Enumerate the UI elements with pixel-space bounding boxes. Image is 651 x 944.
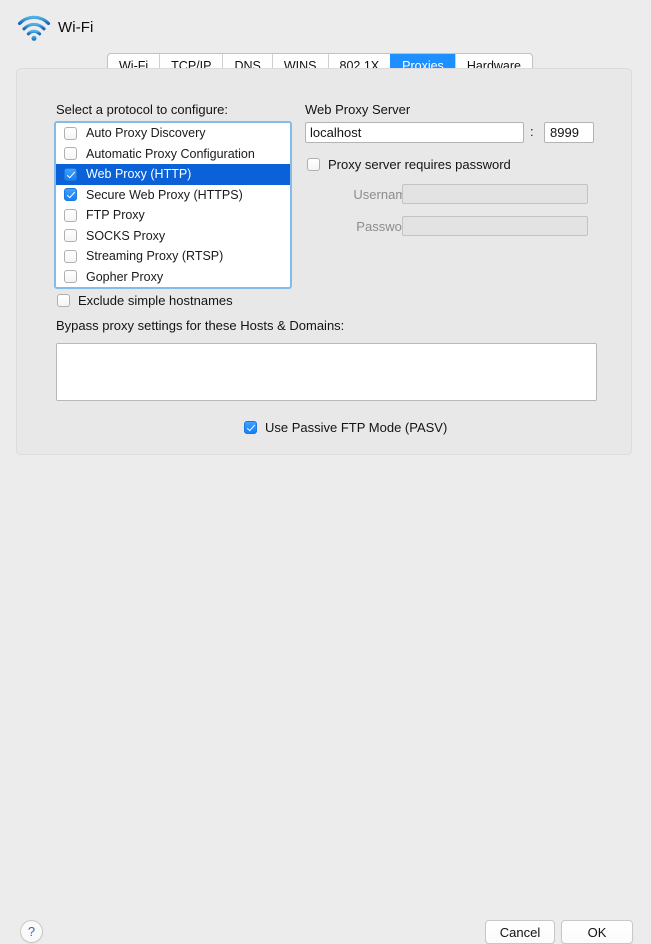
page-title: Wi-Fi [58, 19, 94, 36]
list-item[interactable]: Secure Web Proxy (HTTPS) [56, 185, 290, 206]
list-item-label: SOCKS Proxy [86, 228, 166, 243]
list-item[interactable]: Automatic Proxy Configuration [56, 144, 290, 165]
checkbox-web-proxy-http[interactable] [64, 167, 77, 181]
list-item[interactable]: Streaming Proxy (RTSP) [56, 246, 290, 267]
list-item[interactable]: SOCKS Proxy [56, 226, 290, 247]
checkbox-auto-proxy-discovery[interactable] [64, 126, 77, 140]
list-item-label: Secure Web Proxy (HTTPS) [86, 187, 243, 202]
checkbox-streaming-proxy-rtsp[interactable] [64, 249, 77, 263]
exclude-simple-hostnames-row[interactable]: Exclude simple hostnames [57, 293, 233, 308]
window-header: Wi-Fi [0, 0, 651, 50]
list-item[interactable]: FTP Proxy [56, 205, 290, 226]
web-proxy-server-label: Web Proxy Server [305, 102, 411, 117]
bypass-label: Bypass proxy settings for these Hosts & … [56, 318, 345, 333]
checkbox-exclude-simple-hostnames[interactable] [57, 294, 70, 307]
proxies-panel: Select a protocol to configure: Auto Pro… [16, 68, 632, 455]
passive-ftp-row[interactable]: Use Passive FTP Mode (PASV) [244, 420, 447, 435]
dialog-footer: ? Cancel OK [0, 455, 651, 944]
username-input[interactable] [402, 184, 588, 204]
list-item[interactable]: Gopher Proxy [56, 267, 290, 288]
protocol-list-label: Select a protocol to configure: [56, 102, 228, 117]
list-item-label: Gopher Proxy [86, 269, 164, 284]
list-item[interactable]: Auto Proxy Discovery [56, 123, 290, 144]
bypass-hosts-textarea[interactable] [56, 343, 597, 401]
passive-ftp-label: Use Passive FTP Mode (PASV) [265, 420, 448, 435]
checkbox-use-passive-ftp[interactable] [244, 421, 257, 434]
help-icon[interactable]: ? [20, 920, 43, 943]
list-item-label: FTP Proxy [86, 208, 145, 223]
requires-password-label: Proxy server requires password [328, 157, 511, 172]
list-item-label: Streaming Proxy (RTSP) [86, 249, 224, 264]
list-item-label: Automatic Proxy Configuration [86, 146, 255, 161]
list-item-label: Web Proxy (HTTP) [86, 167, 192, 182]
proxy-host-input[interactable]: localhost [305, 122, 524, 143]
checkbox-gopher-proxy[interactable] [64, 270, 77, 284]
proxy-port-input[interactable]: 8999 [544, 122, 594, 143]
cancel-button[interactable]: Cancel [485, 920, 555, 944]
requires-password-row[interactable]: Proxy server requires password [307, 157, 511, 172]
checkbox-secure-web-proxy-https[interactable] [64, 188, 77, 202]
port-separator: : [530, 124, 534, 139]
password-input[interactable] [402, 216, 588, 236]
checkbox-proxy-requires-password[interactable] [307, 158, 320, 171]
checkbox-ftp-proxy[interactable] [64, 208, 77, 222]
wifi-icon [16, 14, 52, 42]
checkbox-socks-proxy[interactable] [64, 229, 77, 243]
list-item[interactable]: Web Proxy (HTTP) [56, 164, 290, 185]
protocol-list[interactable]: Auto Proxy Discovery Automatic Proxy Con… [54, 121, 292, 289]
list-item-label: Auto Proxy Discovery [86, 126, 206, 141]
checkbox-automatic-proxy-configuration[interactable] [64, 147, 77, 161]
ok-button[interactable]: OK [561, 920, 633, 944]
exclude-simple-hostnames-label: Exclude simple hostnames [78, 293, 233, 308]
